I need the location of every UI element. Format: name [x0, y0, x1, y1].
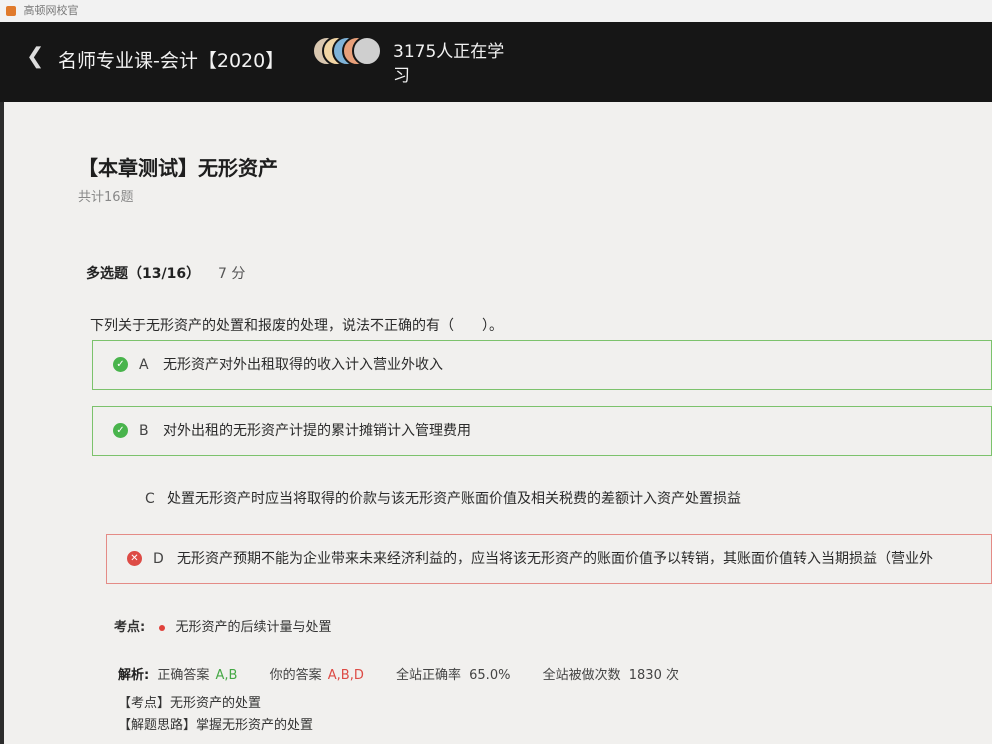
- window-title: 高顿网校官: [23, 4, 79, 17]
- option-letter: A: [139, 357, 149, 373]
- question-stem: 下列关于无形资产的处置和报废的处理，说法不正确的有（ ）。: [90, 318, 503, 334]
- course-header: ❮ 名师专业课-会计【2020】 3175人正在学习: [0, 22, 992, 102]
- option-text: 无形资产预期不能为企业带来未来经济利益的，应当将该无形资产的账面价值予以转销，其…: [177, 551, 933, 567]
- os-titlebar: 高顿网校官: [0, 0, 992, 23]
- site-accuracy-value: 65.0%: [469, 668, 511, 683]
- your-answer-label: 你的答案: [269, 668, 322, 683]
- correct-answer-label: 正确答案: [157, 668, 210, 683]
- option-c[interactable]: C 处置无形资产时应当将取得的价款与该无形资产账面价值及相关税费的差额计入资产处…: [92, 474, 992, 524]
- app-logo-icon: [6, 6, 16, 16]
- question-type: 多选题（13/16）: [86, 266, 201, 282]
- correct-answer-value: A,B: [215, 668, 238, 683]
- question-score: 7 分: [218, 266, 246, 282]
- option-text: 处置无形资产时应当将取得的价款与该无形资产账面价值及相关税费的差额计入资产处置损…: [167, 491, 741, 507]
- avatar: [352, 36, 382, 66]
- check-icon: ✓: [113, 357, 128, 372]
- option-b[interactable]: ✓ B 对外出租的无形资产计提的累计摊销计入管理费用: [92, 406, 992, 456]
- option-letter: B: [139, 423, 149, 439]
- course-title: 名师专业课-会计【2020】: [58, 50, 285, 72]
- option-a[interactable]: ✓ A 无形资产对外出租取得的收入计入营业外收入: [92, 340, 992, 390]
- bullet-dot-icon: [159, 624, 166, 631]
- attempt-count-value: 1830 次: [628, 668, 679, 683]
- learners-count: 3175人正在学习: [393, 42, 505, 86]
- question-count: 共计16题: [78, 190, 134, 205]
- question-panel: 【本章测试】无形资产 共计16题 多选题（13/16） 7 分 下列关于无形资产…: [4, 102, 992, 744]
- option-letter: C: [145, 491, 155, 507]
- option-letter: D: [153, 551, 164, 567]
- site-accuracy-label: 全站正确率: [395, 668, 461, 683]
- analysis-point-line: 【考点】无形资产的处置: [118, 696, 262, 711]
- option-text: 对外出租的无形资产计提的累计摊销计入管理费用: [163, 423, 471, 439]
- attempt-count-label: 全站被做次数: [542, 668, 621, 683]
- analysis-approach-line: 【解题思路】掌握无形资产的处置: [118, 718, 314, 733]
- knowledge-point: 考点: 无形资产的后续计量与处置: [114, 616, 332, 635]
- check-icon: ✓: [113, 423, 128, 438]
- option-text: 无形资产对外出租取得的收入计入营业外收入: [163, 357, 443, 373]
- option-d[interactable]: ✕ D 无形资产预期不能为企业带来未来经济利益的，应当将该无形资产的账面价值予以…: [106, 534, 992, 584]
- knowledge-item[interactable]: 无形资产的后续计量与处置: [175, 620, 331, 635]
- knowledge-label: 考点:: [114, 620, 146, 635]
- exam-title: 【本章测试】无形资产: [78, 156, 278, 180]
- cross-icon: ✕: [127, 551, 142, 566]
- learner-avatars: [312, 36, 382, 66]
- app-window: 高顿网校官 ❮ 名师专业课-会计【2020】 3175人正在学习 【本章测试】无…: [0, 0, 992, 744]
- analysis-label: 解析:: [118, 668, 150, 683]
- your-answer-value: A,B,D: [327, 668, 364, 683]
- back-arrow-icon[interactable]: ❮: [26, 44, 48, 70]
- analysis-row: 解析: 正确答案 A,B 你的答案 A,B,D 全站正确率 65.0% 全站被做…: [118, 664, 679, 683]
